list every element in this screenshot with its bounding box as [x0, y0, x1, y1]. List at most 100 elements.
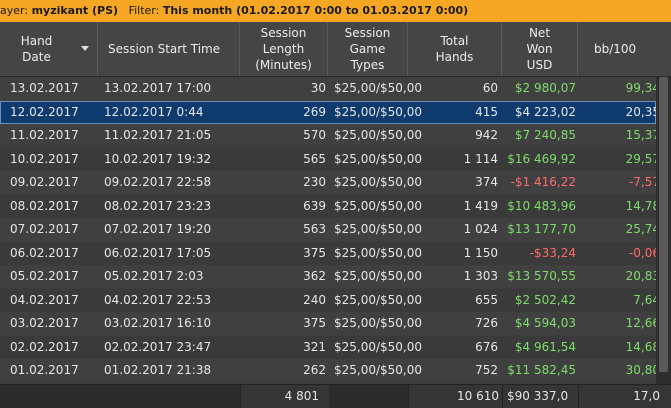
- total-hands-cell: 1 303: [463, 269, 498, 283]
- session-start-cell: 07.02.2017 19:20: [104, 222, 212, 236]
- net-won-cell: $13 177,70: [507, 222, 576, 236]
- total-hands-cell: 60: [482, 81, 498, 95]
- net-won-cell: $10 483,96: [507, 198, 576, 213]
- table-row[interactable]: 08.02.2017 08.02.2017 23:23 639 $25,00/$50,…: [0, 194, 660, 218]
- column-header-label: Session Game Types: [344, 26, 391, 72]
- total-hands-cell: 676: [475, 339, 498, 354]
- session-start-cell: 05.02.2017 2:03: [104, 269, 204, 283]
- total-bb-cell: 17,0: [578, 385, 671, 408]
- filter-label: Filter:: [128, 4, 160, 17]
- session-length-cell: 262: [303, 363, 326, 377]
- session-start-cell: 09.02.2017 22:58: [104, 175, 212, 189]
- column-header-hand-date[interactable]: Hand Date: [0, 22, 98, 76]
- table-row[interactable]: 12.02.2017 12.02.2017 0:44 269 $25,00/$50,0…: [0, 100, 660, 124]
- net-won-cell: $11 582,45: [507, 363, 576, 377]
- total-hands-cell: 942: [475, 128, 498, 142]
- session-length-cell: 375: [303, 316, 326, 330]
- hand-date-cell: 04.02.2017: [10, 292, 79, 307]
- session-start-cell: 01.02.2017 21:38: [104, 363, 212, 377]
- game-type-cell: $25,00/$50,00: [334, 339, 423, 354]
- player-value[interactable]: myzikant (PS): [32, 4, 119, 17]
- hand-date-cell: 12.02.2017: [10, 104, 79, 119]
- column-header-session-start-time[interactable]: Session Start Time: [98, 22, 240, 76]
- session-length-cell: 30: [310, 81, 326, 95]
- session-length-cell: 269: [303, 104, 326, 119]
- game-type-cell: $25,00/$50,00: [334, 269, 423, 283]
- total-won-cell: $90 337,0: [502, 385, 579, 408]
- player-label: ayer:: [0, 4, 29, 17]
- table-row[interactable]: 04.02.2017 04.02.2017 22:53 240 $25,00/$50,…: [0, 288, 660, 312]
- net-won-cell: $2 980,07: [514, 81, 576, 95]
- sessions-grid: Hand Date Session Start Time Session Len…: [0, 22, 671, 408]
- net-won-cell: $4 594,03: [514, 316, 576, 330]
- column-header-label: Hand Date: [20, 34, 53, 64]
- table-row[interactable]: 01.02.2017 01.02.2017 21:38 262 $25,00/$50,…: [0, 359, 660, 382]
- table-row[interactable]: 03.02.2017 03.02.2017 16:10 375 $25,00/$50,…: [0, 312, 660, 335]
- net-won-cell: $7 240,85: [514, 128, 576, 142]
- session-length-cell: 362: [303, 269, 326, 283]
- sort-descending-icon[interactable]: [81, 46, 89, 51]
- column-header-label: Total Hands: [435, 34, 474, 64]
- total-hands-cell: 1 419: [463, 198, 498, 213]
- column-header-label: Session Start Time: [108, 42, 221, 56]
- bb100-cell: 99,34: [625, 81, 660, 95]
- session-length-cell: 240: [303, 292, 326, 307]
- column-header-session-game-types[interactable]: Session Game Types: [328, 22, 408, 76]
- table-row[interactable]: 09.02.2017 09.02.2017 22:58 230 $25,00/$50,…: [0, 171, 660, 194]
- game-type-cell: $25,00/$50,00: [334, 222, 423, 236]
- game-type-cell: $25,00/$50,00: [334, 198, 423, 213]
- session-start-cell: 11.02.2017 21:05: [104, 128, 212, 142]
- bb100-cell: 29,57: [625, 151, 660, 166]
- game-type-cell: $25,00/$50,00: [334, 245, 423, 260]
- net-won-cell: -$1 416,22: [510, 175, 576, 189]
- hand-date-cell: 11.02.2017: [10, 128, 79, 142]
- game-type-cell: $25,00/$50,00: [334, 81, 423, 95]
- game-type-cell: $25,00/$50,00: [334, 175, 423, 189]
- bb100-cell: 14,68: [625, 339, 660, 354]
- session-length-cell: 321: [303, 339, 326, 354]
- session-start-cell: 06.02.2017 17:05: [104, 245, 212, 260]
- table-row[interactable]: 02.02.2017 02.02.2017 23:47 321 $25,00/$50,…: [0, 335, 660, 359]
- column-header-label: bb/100: [594, 42, 637, 56]
- column-header-total-hands[interactable]: Total Hands: [408, 22, 502, 76]
- net-won-cell: $16 469,92: [507, 151, 576, 166]
- total-hands-cell: 1 024: [463, 222, 498, 236]
- hand-date-cell: 06.02.2017: [10, 245, 79, 260]
- total-hands-cell: 374: [475, 175, 498, 189]
- table-row[interactable]: 05.02.2017 05.02.2017 2:03 362 $25,00/$50,0…: [0, 265, 660, 288]
- column-header-session-length[interactable]: Session Length (Minutes): [240, 22, 328, 76]
- session-start-cell: 02.02.2017 23:47: [104, 339, 212, 354]
- total-hands-cell: 752: [475, 363, 498, 377]
- column-header-label: Net Won USD: [526, 26, 553, 72]
- net-won-cell: $4 223,02: [514, 104, 576, 119]
- net-won-cell: $4 961,54: [514, 339, 576, 354]
- column-header-net-won-usd[interactable]: Net Won USD: [502, 22, 578, 76]
- game-type-cell: $25,00/$50,00: [334, 151, 423, 166]
- total-hands: 10 610: [457, 389, 499, 403]
- column-header-bb100[interactable]: bb/100: [578, 22, 671, 76]
- session-start-cell: 12.02.2017 0:44: [104, 104, 204, 119]
- game-type-cell: $25,00/$50,00: [334, 128, 423, 142]
- table-row[interactable]: 10.02.2017 10.02.2017 19:32 565 $25,00/$50,…: [0, 147, 660, 171]
- total-length: 4 801: [284, 389, 319, 403]
- table-row[interactable]: 06.02.2017 06.02.2017 17:05 375 $25,00/$50,…: [0, 241, 660, 265]
- hand-date-cell: 07.02.2017: [10, 222, 79, 236]
- table-row[interactable]: 13.02.2017 13.02.2017 17:00 30 $25,00/$50,0…: [0, 77, 660, 100]
- total-hands-cell: 415: [475, 104, 498, 119]
- game-type-cell: $25,00/$50,00: [334, 292, 423, 307]
- session-start-cell: 08.02.2017 23:23: [104, 198, 212, 213]
- hand-date-cell: 01.02.2017: [10, 363, 79, 377]
- table-row[interactable]: 11.02.2017 11.02.2017 21:05 570 $25,00/$50,…: [0, 124, 660, 147]
- scrollbar-thumb[interactable]: [659, 77, 668, 372]
- table-row[interactable]: 07.02.2017 07.02.2017 19:20 563 $25,00/$50,…: [0, 218, 660, 241]
- session-start-cell: 03.02.2017 16:10: [104, 316, 212, 330]
- game-type-cell: $25,00/$50,00: [334, 316, 423, 330]
- session-start-cell: 13.02.2017 17:00: [104, 81, 212, 95]
- hand-date-cell: 03.02.2017: [10, 316, 79, 330]
- hand-date-cell: 09.02.2017: [10, 175, 79, 189]
- vertical-scrollbar[interactable]: [656, 77, 671, 407]
- game-type-cell: $25,00/$50,00: [334, 363, 423, 377]
- filter-value[interactable]: This month (01.02.2017 0:00 to 01.03.201…: [163, 4, 468, 17]
- session-length-cell: 565: [303, 151, 326, 166]
- session-length-cell: 375: [303, 245, 326, 260]
